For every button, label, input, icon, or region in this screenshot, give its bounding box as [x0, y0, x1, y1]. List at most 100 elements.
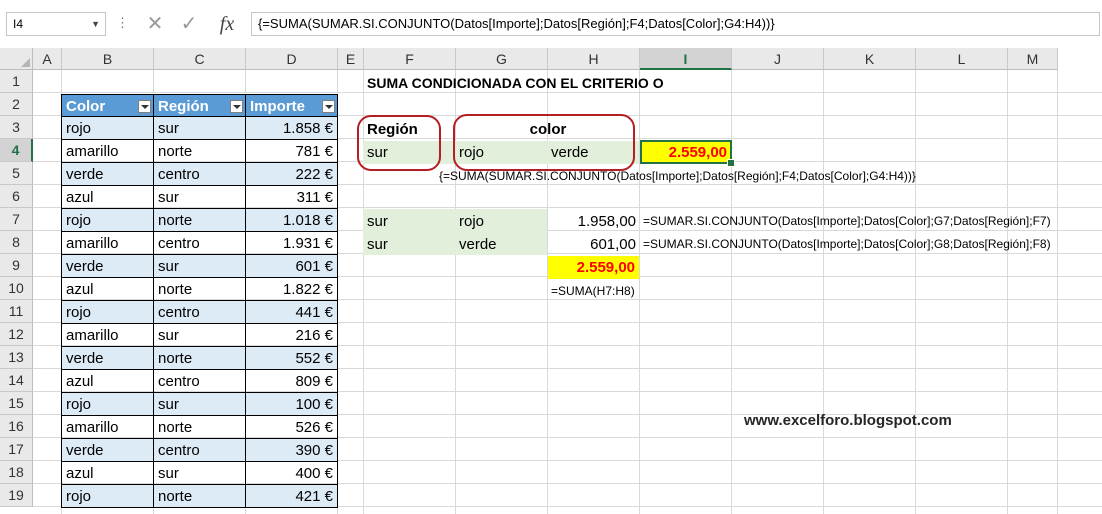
table-cell-color[interactable]: azul [61, 185, 154, 209]
row-header-8[interactable]: 8 [0, 231, 33, 254]
row7-value[interactable]: 1.958,00 [548, 210, 636, 233]
table-cell-amount[interactable]: 781 € [245, 139, 338, 163]
row-header-11[interactable]: 11 [0, 300, 33, 323]
table-cell-amount[interactable]: 1.822 € [245, 277, 338, 301]
table-cell-region[interactable]: sur [153, 185, 246, 209]
table-cell-color[interactable]: azul [61, 461, 154, 485]
cancel-icon[interactable]: ✕ [139, 12, 171, 36]
table-cell-region[interactable]: sur [153, 323, 246, 347]
table-cell-region[interactable]: centro [153, 162, 246, 186]
column-header-a[interactable]: A [33, 48, 62, 70]
table-cell-amount[interactable]: 222 € [245, 162, 338, 186]
column-header-l[interactable]: L [916, 48, 1008, 70]
row-header-18[interactable]: 18 [0, 461, 33, 484]
table-cell-region[interactable]: norte [153, 208, 246, 232]
table-cell-amount[interactable]: 552 € [245, 346, 338, 370]
column-header-e[interactable]: E [338, 48, 364, 70]
row8-value[interactable]: 601,00 [548, 233, 636, 256]
more-options-icon[interactable]: ⋮ [116, 15, 129, 31]
column-header-g[interactable]: G [456, 48, 548, 70]
row-header-13[interactable]: 13 [0, 346, 33, 369]
table-cell-amount[interactable]: 1.018 € [245, 208, 338, 232]
filter-dropdown-icon[interactable] [230, 100, 243, 113]
table-cell-region[interactable]: norte [153, 346, 246, 370]
table-cell-color[interactable]: rojo [61, 300, 154, 324]
row-header-1[interactable]: 1 [0, 70, 33, 93]
table-cell-color[interactable]: rojo [61, 392, 154, 416]
table-cell-amount[interactable]: 1.931 € [245, 231, 338, 255]
filter-dropdown-icon[interactable] [322, 100, 335, 113]
column-header-m[interactable]: M [1008, 48, 1058, 70]
row-header-19[interactable]: 19 [0, 484, 33, 507]
row-header-10[interactable]: 10 [0, 277, 33, 300]
row-header-15[interactable]: 15 [0, 392, 33, 415]
table-cell-region[interactable]: sur [153, 392, 246, 416]
table-cell-region[interactable]: centro [153, 438, 246, 462]
table-cell-region[interactable]: norte [153, 277, 246, 301]
table-cell-amount[interactable]: 100 € [245, 392, 338, 416]
sum-value[interactable]: 2.559,00 [548, 256, 635, 279]
table-cell-color[interactable]: amarillo [61, 415, 154, 439]
row-header-14[interactable]: 14 [0, 369, 33, 392]
select-all-corner[interactable] [0, 48, 33, 70]
table-cell-amount[interactable]: 526 € [245, 415, 338, 439]
table-cell-color[interactable]: verde [61, 254, 154, 278]
row7-color[interactable]: rojo [459, 210, 484, 233]
formula-input[interactable]: {=SUMA(SUMAR.SI.CONJUNTO(Datos[Importe];… [251, 12, 1100, 36]
table-cell-region[interactable]: centro [153, 231, 246, 255]
table-cell-amount[interactable]: 1.858 € [245, 116, 338, 140]
table-cell-amount[interactable]: 390 € [245, 438, 338, 462]
row-header-9[interactable]: 9 [0, 254, 33, 277]
column-header-f[interactable]: F [364, 48, 456, 70]
table-cell-color[interactable]: amarillo [61, 231, 154, 255]
column-header-h[interactable]: H [548, 48, 640, 70]
table-cell-color[interactable]: rojo [61, 208, 154, 232]
table-cell-color[interactable]: verde [61, 438, 154, 462]
table-cell-color[interactable]: rojo [61, 116, 154, 140]
row-header-16[interactable]: 16 [0, 415, 33, 438]
table-cell-amount[interactable]: 601 € [245, 254, 338, 278]
table-cell-amount[interactable]: 400 € [245, 461, 338, 485]
check-icon[interactable]: ✓ [173, 12, 205, 36]
table-cell-color[interactable]: azul [61, 277, 154, 301]
table-cell-color[interactable]: amarillo [61, 139, 154, 163]
table-cell-region[interactable]: norte [153, 139, 246, 163]
table-cell-color[interactable]: rojo [61, 484, 154, 508]
name-box[interactable]: I4 ▼ [6, 12, 106, 36]
table-cell-color[interactable]: verde [61, 162, 154, 186]
table-cell-color[interactable]: verde [61, 346, 154, 370]
table-cell-amount[interactable]: 441 € [245, 300, 338, 324]
row8-color[interactable]: verde [459, 233, 497, 256]
insert-function-icon[interactable]: fx [209, 12, 245, 36]
column-header-i[interactable]: I [640, 48, 732, 70]
table-cell-region[interactable]: centro [153, 300, 246, 324]
chevron-down-icon[interactable]: ▼ [91, 13, 100, 35]
table-cell-amount[interactable]: 809 € [245, 369, 338, 393]
row-header-4[interactable]: 4 [0, 139, 33, 162]
table-cell-color[interactable]: azul [61, 369, 154, 393]
row8-region[interactable]: sur [367, 233, 388, 256]
table-cell-amount[interactable]: 216 € [245, 323, 338, 347]
row-header-17[interactable]: 17 [0, 438, 33, 461]
table-cell-region[interactable]: sur [153, 254, 246, 278]
column-header-j[interactable]: J [732, 48, 824, 70]
row-header-12[interactable]: 12 [0, 323, 33, 346]
row-header-2[interactable]: 2 [0, 93, 33, 116]
table-cell-region[interactable]: sur [153, 461, 246, 485]
column-header-k[interactable]: K [824, 48, 916, 70]
row-header-7[interactable]: 7 [0, 208, 33, 231]
row7-region[interactable]: sur [367, 210, 388, 233]
row-header-3[interactable]: 3 [0, 116, 33, 139]
row-header-6[interactable]: 6 [0, 185, 33, 208]
table-cell-region[interactable]: norte [153, 484, 246, 508]
row-header-5[interactable]: 5 [0, 162, 33, 185]
table-cell-color[interactable]: amarillo [61, 323, 154, 347]
table-cell-region[interactable]: norte [153, 415, 246, 439]
fill-handle[interactable] [727, 159, 735, 167]
column-header-c[interactable]: C [154, 48, 246, 70]
column-header-b[interactable]: B [62, 48, 154, 70]
filter-dropdown-icon[interactable] [138, 100, 151, 113]
table-cell-region[interactable]: sur [153, 116, 246, 140]
table-cell-amount[interactable]: 421 € [245, 484, 338, 508]
column-header-d[interactable]: D [246, 48, 338, 70]
